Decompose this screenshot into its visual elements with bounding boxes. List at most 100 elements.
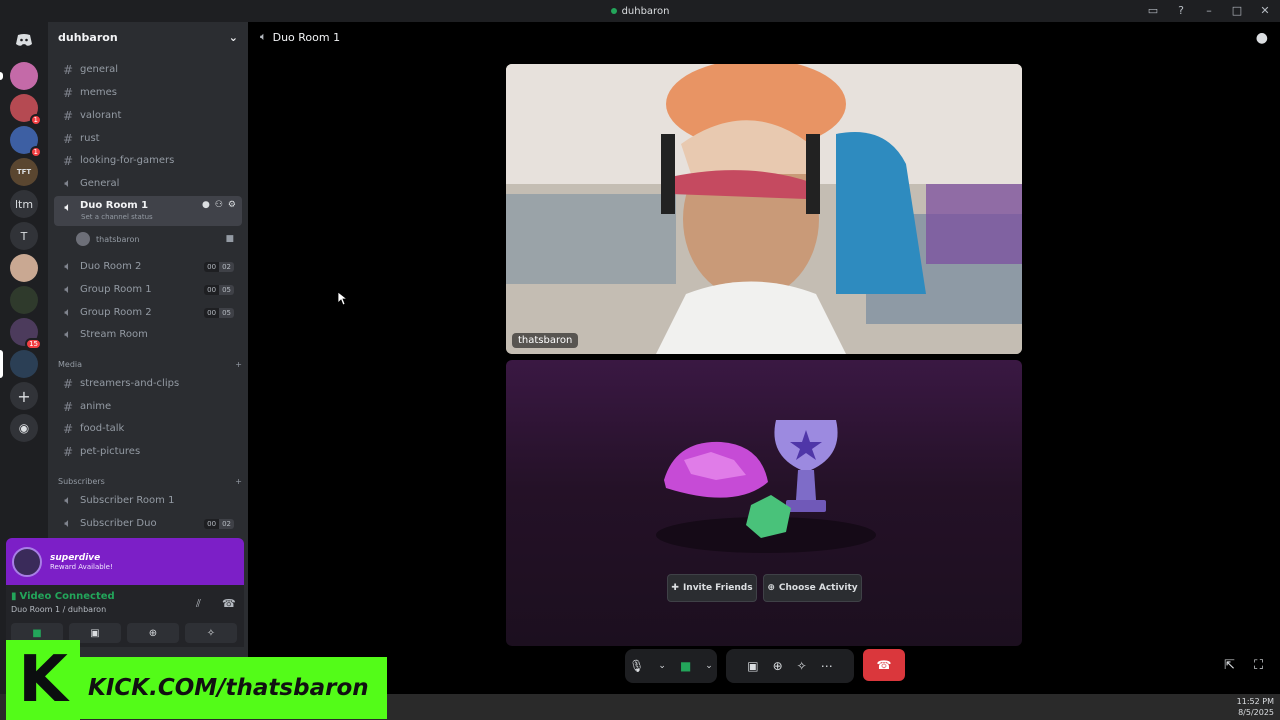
channel-label: food-talk: [80, 423, 125, 434]
promo-subtitle: Reward Available!: [50, 562, 113, 571]
server-icon[interactable]: [10, 286, 38, 314]
connection-channel[interactable]: Duo Room 1 / duhbaron: [11, 605, 106, 614]
category-subscribers[interactable]: Subscribers +: [58, 477, 242, 486]
server-icon[interactable]: ltm: [10, 190, 38, 218]
add-server-icon[interactable]: +: [10, 382, 38, 410]
mention-badge: 1: [29, 114, 42, 126]
user-count: 00 05: [204, 284, 234, 295]
channel-memes[interactable]: # memes: [54, 82, 242, 103]
signal-icon: ▮: [11, 591, 17, 602]
server-header[interactable]: duhbaron ⌄: [48, 22, 248, 52]
speaker-icon: 🔈︎: [64, 516, 72, 530]
promo-title: superdive: [50, 552, 101, 563]
channel-label: Group Room 1: [80, 284, 152, 295]
invite-friends-button[interactable]: ✚ Invite Friends: [667, 574, 757, 602]
help-icon[interactable]: ?: [1174, 3, 1188, 17]
system-clock[interactable]: 11:52 PM 8/5/2025: [1237, 696, 1274, 718]
invite-icon[interactable]: ⚇: [215, 200, 223, 210]
server-icon[interactable]: 1: [10, 126, 42, 158]
hashtag-icon: #: [62, 153, 74, 168]
minimize-button[interactable]: –: [1202, 3, 1216, 17]
screen-share-icon[interactable]: ▣: [747, 659, 758, 673]
call-header: 🔈︎ Duo Room 1: [260, 30, 340, 44]
channel-status[interactable]: Set a channel status: [81, 213, 153, 221]
channel-label: looking-for-gamers: [80, 155, 175, 166]
channel-rust[interactable]: # rust: [54, 128, 242, 149]
fullscreen-icon[interactable]: ⛶: [1254, 658, 1263, 673]
channel-actions: ● ⚇ ⚙: [202, 200, 236, 210]
channel-anime[interactable]: # anime: [54, 396, 242, 417]
server-icon-active[interactable]: [10, 350, 38, 378]
server-icon[interactable]: T: [10, 222, 38, 250]
channel-label: General: [80, 178, 120, 189]
more-icon[interactable]: ⋯: [821, 659, 833, 673]
disconnect-icon[interactable]: ☎: [222, 597, 236, 610]
speaker-icon: 🔈︎: [64, 200, 72, 214]
choose-activity-button[interactable]: ⊕ Choose Activity: [763, 574, 862, 602]
channel-valorant[interactable]: # valorant: [54, 105, 242, 126]
gamepad-icon: ⊕: [767, 583, 775, 593]
channel-label: Duo Room 2: [80, 261, 142, 272]
speaker-icon: 🔈︎: [64, 259, 72, 273]
channel-general[interactable]: # general: [54, 59, 242, 80]
disconnect-button[interactable]: ☎: [863, 649, 905, 681]
promo-avatar: [12, 546, 42, 577]
voice-channel-duo-room-1[interactable]: 🔈︎ Duo Room 1 Set a channel status ● ⚇ ⚙: [54, 196, 242, 226]
server-icon[interactable]: [10, 62, 38, 90]
hashtag-icon: #: [62, 399, 74, 414]
window-controls: ▭ ? – □ ✕: [1146, 3, 1272, 17]
popout-icon[interactable]: ⇱: [1224, 658, 1235, 673]
voice-channel-group-room-1[interactable]: 🔈︎ Group Room 1 00 05: [54, 279, 242, 300]
discord-home-icon[interactable]: [10, 26, 38, 54]
voice-connection-panel: ▮ Video Connected Duo Room 1 / duhbaron ⫽…: [6, 585, 244, 647]
voice-channel-duo-room-2[interactable]: 🔈︎ Duo Room 2 00 02: [54, 256, 242, 277]
inbox-icon[interactable]: ▭: [1146, 3, 1160, 17]
activity-icon[interactable]: ⊕: [773, 659, 783, 673]
server-icon[interactable]: 1: [10, 94, 42, 126]
noise-suppression-icon[interactable]: ⫽: [196, 597, 201, 611]
voice-channel-subscriber-duo[interactable]: 🔈︎ Subscriber Duo 00 02: [54, 513, 242, 534]
voice-channel-subscriber-room-1[interactable]: 🔈︎ Subscriber Room 1: [54, 490, 242, 511]
channel-label: anime: [80, 401, 112, 412]
camera-icon[interactable]: ■: [680, 659, 691, 673]
voice-channel-group-room-2[interactable]: 🔈︎ Group Room 2 00 05: [54, 302, 242, 323]
add-channel-icon[interactable]: +: [235, 477, 242, 486]
channel-looking-for-gamers[interactable]: # looking-for-gamers: [54, 150, 242, 171]
channel-food-talk[interactable]: # food-talk: [54, 418, 242, 439]
gear-icon[interactable]: ⚙: [228, 200, 236, 210]
connection-status[interactable]: ▮ Video Connected: [11, 591, 115, 602]
hashtag-icon: #: [62, 62, 74, 77]
channel-pet-pictures[interactable]: # pet-pictures: [54, 441, 242, 462]
category-media[interactable]: Media +: [58, 360, 242, 369]
speaker-icon: 🔈︎: [64, 282, 72, 296]
reward-banner[interactable]: superdive Reward Available!: [6, 538, 244, 585]
clock-date: 8/5/2025: [1238, 708, 1274, 717]
channel-label: memes: [80, 87, 117, 98]
server-icon[interactable]: TFT: [10, 158, 38, 186]
maximize-button[interactable]: □: [1230, 3, 1244, 17]
voice-user[interactable]: thatsbaron ■: [76, 230, 242, 248]
microphone-icon[interactable]: 🎙︎: [629, 659, 644, 673]
speaker-icon: 🔈︎: [64, 176, 72, 190]
voice-channel-general[interactable]: 🔈︎ General: [54, 173, 242, 194]
close-button[interactable]: ✕: [1258, 3, 1272, 17]
hashtag-icon: #: [62, 376, 74, 391]
server-icon[interactable]: [10, 254, 38, 282]
chevron-down-icon[interactable]: ⌄: [658, 661, 666, 671]
hashtag-icon: #: [62, 131, 74, 146]
call-view: 🔈︎ Duo Room 1 ● thatsbaron ✚ Invite Frie…: [248, 22, 1280, 694]
mouse-cursor-icon: [338, 292, 348, 306]
chat-icon[interactable]: ●: [202, 200, 210, 210]
discover-icon[interactable]: ◉: [10, 414, 38, 442]
chevron-down-icon[interactable]: ⌄: [705, 661, 713, 671]
add-user-icon: ✚: [671, 583, 679, 593]
avatar: [76, 232, 90, 246]
video-tile[interactable]: thatsbaron: [506, 64, 1022, 354]
voice-user-name: thatsbaron: [96, 234, 140, 244]
chat-icon[interactable]: ●: [1256, 30, 1268, 46]
stage-channel-stream-room[interactable]: 🔈︎ Stream Room: [54, 324, 242, 345]
soundboard-icon[interactable]: ✧: [797, 659, 807, 673]
channel-streamers-and-clips[interactable]: # streamers-and-clips: [54, 373, 242, 394]
server-icon[interactable]: 15: [10, 318, 42, 350]
add-channel-icon[interactable]: +: [235, 360, 242, 369]
